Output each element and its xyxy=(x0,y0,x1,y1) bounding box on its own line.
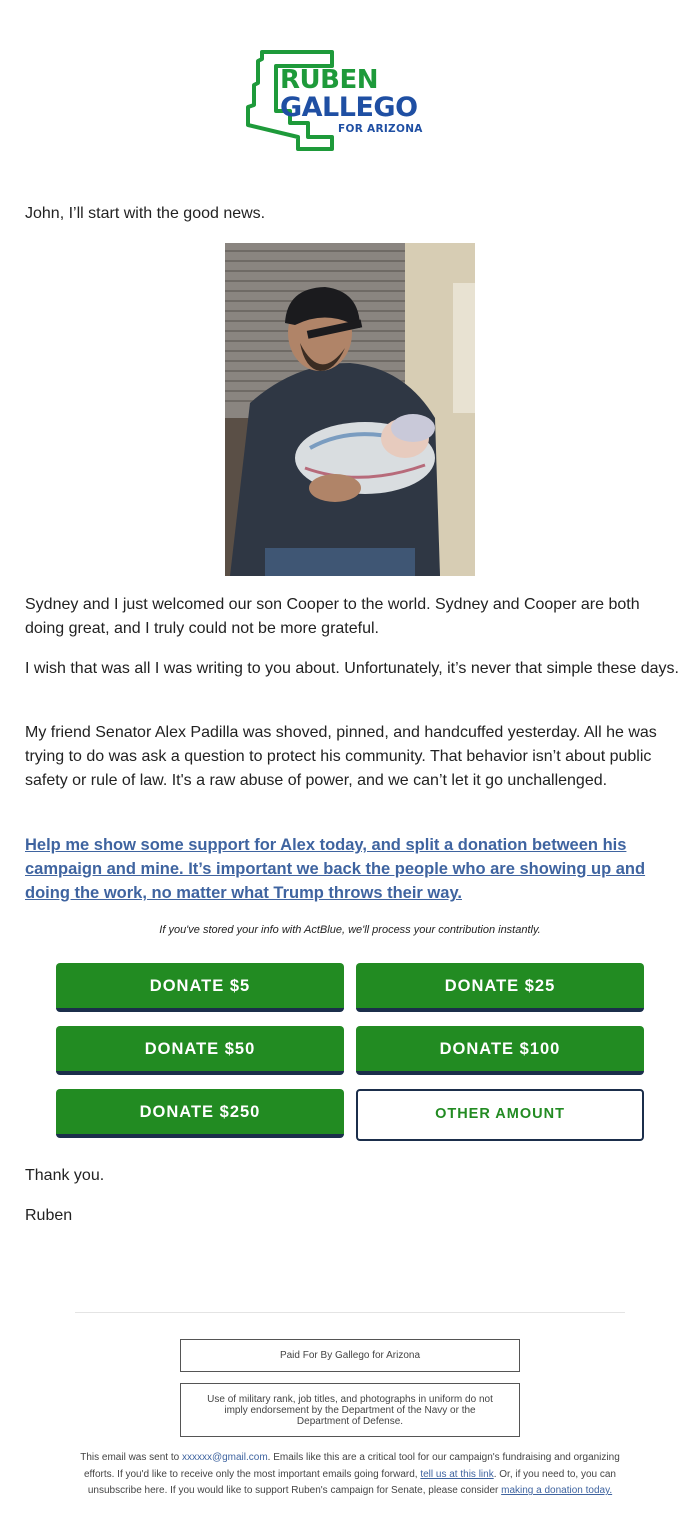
make-donation-link[interactable]: making a donation today. xyxy=(501,1485,612,1496)
logo-ruben-text: RUBEN xyxy=(280,65,378,95)
other-amount-button[interactable]: OTHER AMOUNT xyxy=(356,1089,644,1141)
logo-for-arizona-text: FOR ARIZONA xyxy=(338,123,423,135)
footer-email-address[interactable]: xxxxxx@gmail.com xyxy=(182,1452,268,1463)
donate-25-button[interactable]: DONATE $25 xyxy=(356,963,644,1012)
campaign-logo: RUBEN GALLEGO FOR ARIZONA xyxy=(246,49,446,151)
donate-50-button[interactable]: DONATE $50 xyxy=(56,1026,344,1075)
tell-us-link[interactable]: tell us at this link xyxy=(420,1469,493,1480)
military-disclaimer-box: Use of military rank, job titles, and ph… xyxy=(180,1383,520,1437)
donate-100-button[interactable]: DONATE $100 xyxy=(356,1026,644,1075)
paid-for-box: Paid For By Gallego for Arizona xyxy=(180,1339,520,1372)
footer-divider xyxy=(75,1312,625,1313)
thank-you-text: Thank you. xyxy=(25,1167,105,1184)
father-holding-newborn-photo xyxy=(225,243,475,576)
logo-gallego-text: GALLEGO xyxy=(280,92,418,123)
paragraph-padilla: My friend Senator Alex Padilla was shove… xyxy=(25,724,657,789)
footer-sent-to-prefix: This email was sent to xyxy=(80,1452,182,1463)
donate-5-button[interactable]: DONATE $5 xyxy=(56,963,344,1012)
paragraph-baby-news: Sydney and I just welcomed our son Coope… xyxy=(25,596,640,637)
signature: Ruben xyxy=(25,1207,73,1224)
paragraph-unfortunately: I wish that was all I was writing to you… xyxy=(25,660,679,677)
support-alex-link[interactable]: Help me show some support for Alex today… xyxy=(25,833,680,905)
actblue-note: If you've stored your info with ActBlue,… xyxy=(159,924,541,936)
greeting-text: John, I’ll start with the good news. xyxy=(25,205,266,222)
donate-250-button[interactable]: DONATE $250 xyxy=(56,1089,344,1138)
footer-text: This email was sent to xxxxxx@gmail.com.… xyxy=(70,1450,630,1500)
